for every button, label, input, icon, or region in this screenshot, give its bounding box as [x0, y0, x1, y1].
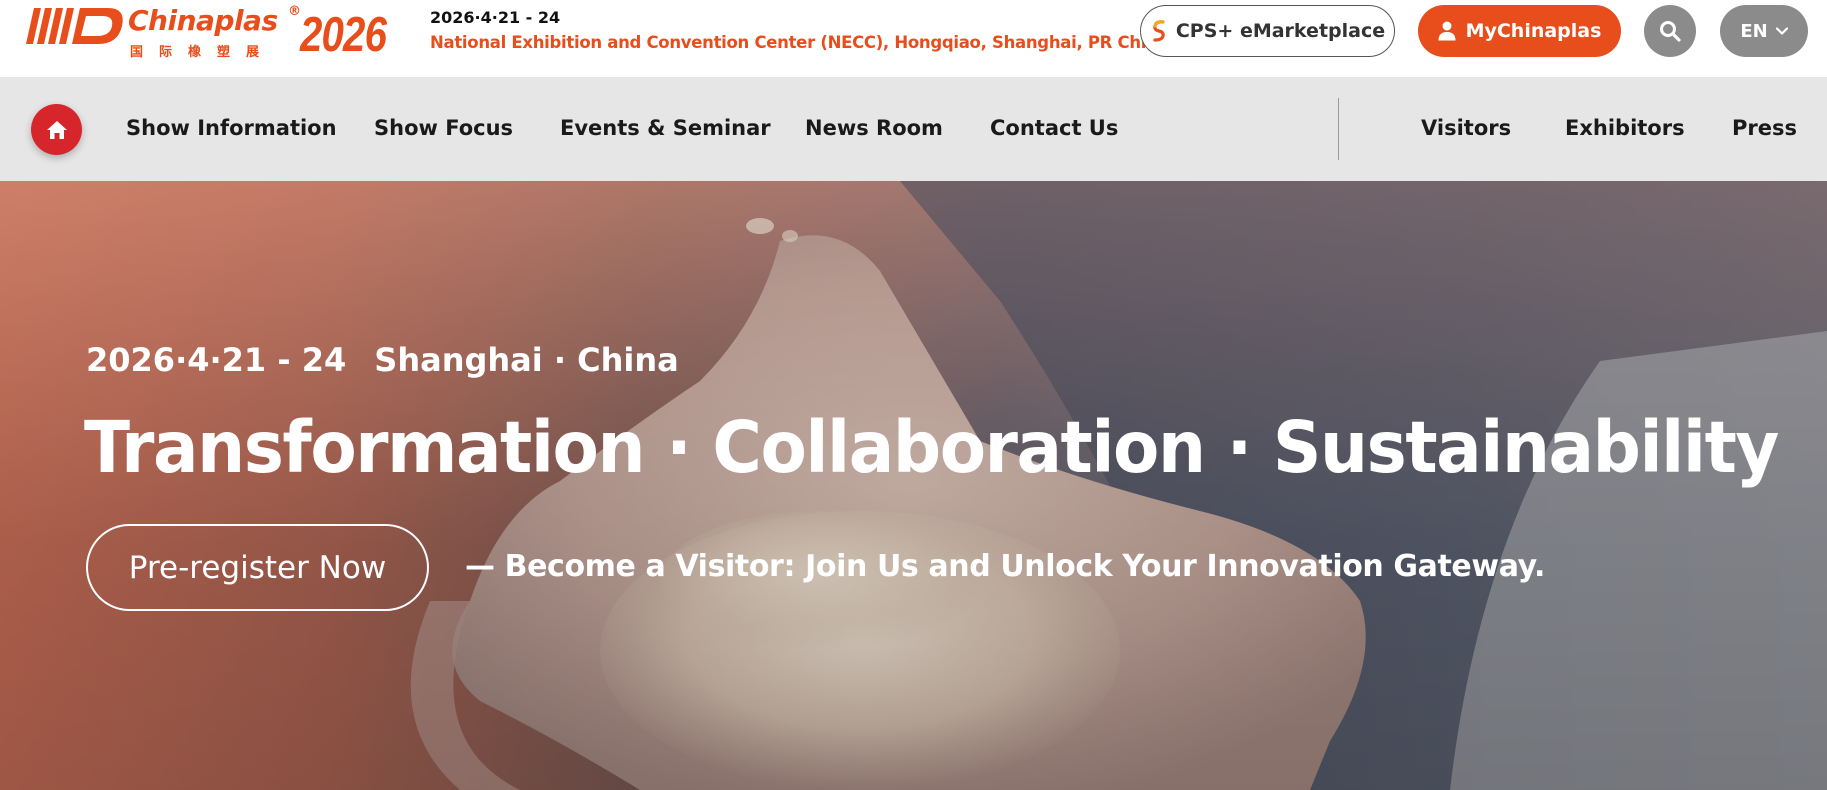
- event-date: 2026·4·21 - 24: [430, 8, 561, 27]
- event-venue: National Exhibition and Convention Cente…: [430, 33, 1169, 52]
- emarketplace-button[interactable]: CPS+ eMarketplace: [1140, 5, 1395, 57]
- user-icon: [1438, 21, 1456, 41]
- event-info: 2026·4·21 - 24 National Exhibition and C…: [430, 8, 1169, 52]
- logo-chinese-name: 国际橡塑展: [130, 45, 276, 60]
- emarketplace-label: CPS+ eMarketplace: [1175, 20, 1386, 42]
- main-navigation: Show Information Show Focus Events & Sem…: [0, 78, 1827, 181]
- nav-item-events-seminar[interactable]: Events & Seminar: [560, 116, 771, 140]
- nav-item-news-room[interactable]: News Room: [805, 116, 943, 140]
- emarketplace-logo-icon: [1153, 20, 1165, 42]
- mychinaplas-label: MyChinaplas: [1465, 20, 1602, 42]
- home-button[interactable]: [31, 104, 82, 155]
- search-button[interactable]: [1644, 5, 1696, 57]
- nav-item-press[interactable]: Press: [1732, 116, 1797, 140]
- hero-location: Shanghai · China: [374, 341, 679, 379]
- hero-banner: 2026·4·21 - 24 Shanghai · China Transform…: [0, 181, 1827, 790]
- pre-register-button[interactable]: Pre-register Now: [86, 524, 429, 611]
- hero-date-location: 2026·4·21 - 24 Shanghai · China: [86, 341, 679, 379]
- chevron-down-icon: [1775, 27, 1788, 35]
- home-icon: [46, 120, 67, 139]
- nav-item-exhibitors[interactable]: Exhibitors: [1565, 116, 1685, 140]
- logo-wordmark: Chinaplas: [128, 4, 278, 37]
- language-label: EN: [1740, 20, 1768, 42]
- mychinaplas-button[interactable]: MyChinaplas: [1418, 5, 1621, 57]
- logo-stripes-graphic: [26, 8, 123, 44]
- logo-year: 2026: [300, 8, 387, 62]
- chinaplas-logo[interactable]: Chinaplas ® 国际橡塑展 2026: [26, 4, 401, 62]
- hero-title: Transformation · Collaboration · Sustain…: [84, 406, 1779, 489]
- search-icon: [1660, 21, 1681, 42]
- nav-item-visitors[interactable]: Visitors: [1421, 116, 1511, 140]
- nav-item-show-focus[interactable]: Show Focus: [374, 116, 513, 140]
- nav-divider: [1338, 98, 1339, 160]
- hero-tagline: — Become a Visitor: Join Us and Unlock Y…: [465, 549, 1546, 584]
- pre-register-label: Pre-register Now: [128, 549, 387, 586]
- top-header: Chinaplas ® 国际橡塑展 2026 2026·4·21 - 24 Na…: [0, 0, 1827, 78]
- hero-date: 2026·4·21 - 24: [86, 341, 347, 379]
- language-selector[interactable]: EN: [1720, 5, 1808, 57]
- nav-item-show-information[interactable]: Show Information: [126, 116, 337, 140]
- nav-item-contact-us[interactable]: Contact Us: [990, 116, 1118, 140]
